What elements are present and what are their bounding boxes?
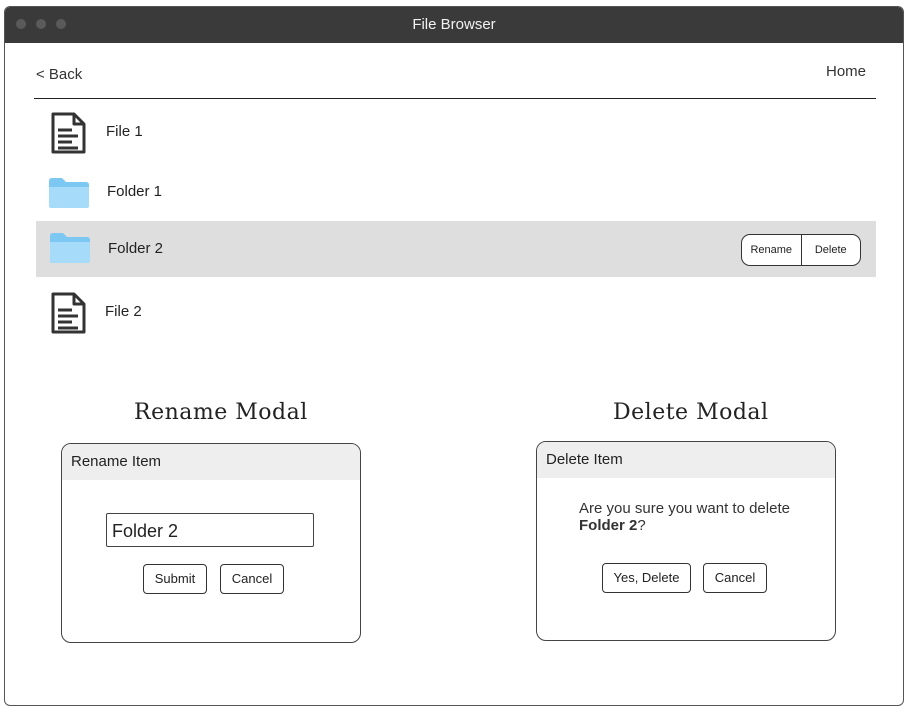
list-item-folder-2[interactable]: Folder 2 Rename Delete xyxy=(36,221,876,277)
file-icon xyxy=(51,112,86,154)
confirm-item-name: Folder 2 xyxy=(579,517,638,534)
file-icon xyxy=(51,292,86,334)
yes-delete-button[interactable]: Yes, Delete xyxy=(602,563,691,593)
delete-modal-heading: Delete Modal xyxy=(613,400,769,425)
rename-button[interactable]: Rename xyxy=(742,235,801,265)
list-item-folder-1[interactable]: Folder 1 xyxy=(36,165,876,221)
folder-icon xyxy=(50,233,90,263)
close-window-button[interactable] xyxy=(16,19,26,29)
header-divider xyxy=(34,98,876,99)
list-item-label: Folder 2 xyxy=(108,240,164,257)
app-window: File Browser < Back Home File 1 Folder 1… xyxy=(4,6,904,706)
list-item-label: File 1 xyxy=(106,123,143,140)
home-link[interactable]: Home xyxy=(826,63,866,80)
list-item-label: Folder 1 xyxy=(107,183,163,200)
confirm-text: Are you sure you want to delete xyxy=(579,500,790,517)
list-item-label: File 2 xyxy=(105,303,142,320)
submit-button[interactable]: Submit xyxy=(143,564,207,594)
item-action-group: Rename Delete xyxy=(741,234,861,266)
minimize-window-button[interactable] xyxy=(36,19,46,29)
cancel-button[interactable]: Cancel xyxy=(703,563,767,593)
window-title: File Browser xyxy=(412,16,496,33)
folder-icon xyxy=(49,178,89,208)
modal-title: Delete Item xyxy=(537,442,835,478)
maximize-window-button[interactable] xyxy=(56,19,66,29)
rename-modal: Rename Item Folder 2 Submit Cancel xyxy=(61,443,361,643)
modal-title: Rename Item xyxy=(62,444,360,480)
confirm-suffix: ? xyxy=(637,517,646,534)
list-item-file-2[interactable]: File 2 xyxy=(36,285,876,341)
delete-button[interactable]: Delete xyxy=(800,235,861,265)
title-bar: File Browser xyxy=(5,7,903,43)
delete-confirm-message: Are you sure you want to delete Folder 2… xyxy=(579,500,809,534)
delete-modal: Delete Item Are you sure you want to del… xyxy=(536,441,836,641)
cancel-button[interactable]: Cancel xyxy=(220,564,284,594)
rename-input[interactable]: Folder 2 xyxy=(106,513,314,547)
list-item-file-1[interactable]: File 1 xyxy=(36,105,876,161)
rename-modal-heading: Rename Modal xyxy=(134,400,308,425)
back-link[interactable]: < Back xyxy=(36,66,82,83)
